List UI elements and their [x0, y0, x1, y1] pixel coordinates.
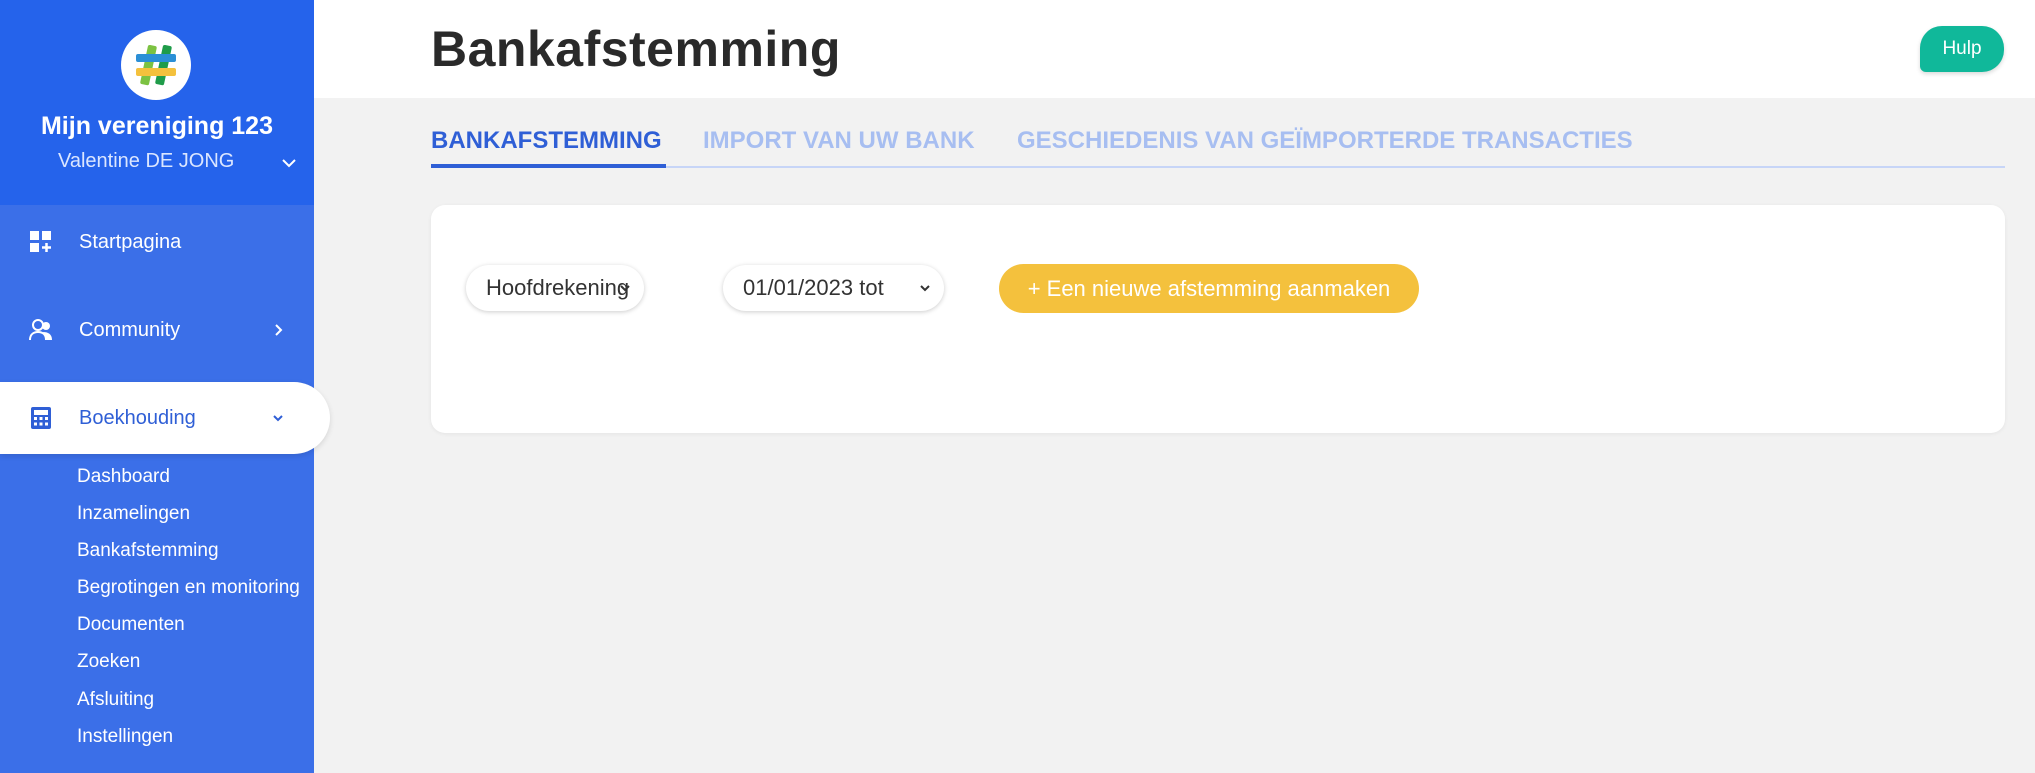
- help-button[interactable]: Hulp: [1920, 26, 2004, 72]
- calculator-icon: [31, 407, 51, 429]
- subnav-item-zoeken[interactable]: Zoeken: [77, 651, 140, 673]
- new-reconciliation-button[interactable]: + Een nieuwe afstemming aanmaken: [999, 264, 1419, 313]
- chevron-down-icon[interactable]: [278, 152, 300, 174]
- organization-logo[interactable]: [121, 30, 191, 100]
- users-icon: [29, 319, 52, 341]
- tab-import-van-uw-bank[interactable]: IMPORT VAN UW BANK: [703, 127, 975, 155]
- user-name: Valentine DE JONG: [58, 150, 235, 172]
- top-header: Bankafstemming Hulp: [314, 0, 2035, 98]
- subnav-item-bankafstemming[interactable]: Bankafstemming: [77, 540, 219, 562]
- chevron-right-icon: [275, 324, 283, 336]
- sidebar: Mijn vereniging 123 Valentine DE JONG St…: [0, 0, 330, 773]
- chevron-down-icon: [920, 285, 930, 292]
- sidebar-header: Mijn vereniging 123 Valentine DE JONG: [0, 0, 314, 205]
- subnav-item-instellingen[interactable]: Instellingen: [77, 726, 173, 748]
- nav-label-boekhouding: Boekhouding: [79, 406, 196, 429]
- organization-name: Mijn vereniging 123: [40, 112, 273, 140]
- period-select-value: 01/01/2023 tot: [743, 275, 884, 300]
- subnav-item-dashboard[interactable]: Dashboard: [77, 466, 170, 488]
- active-tab-indicator: [431, 164, 666, 168]
- nav-item-startpagina[interactable]: Startpagina: [0, 206, 314, 278]
- subnav-item-afsluiting[interactable]: Afsluiting: [77, 689, 154, 711]
- nav-item-community[interactable]: Community: [0, 294, 314, 366]
- tab-bar: BANKAFSTEMMING IMPORT VAN UW BANK GESCHI…: [431, 124, 2005, 168]
- subnav-item-begrotingen[interactable]: Begrotingen en monitoring: [77, 577, 300, 599]
- page-title: Bankafstemming: [431, 21, 841, 77]
- period-select[interactable]: 01/01/2023 tot: [723, 265, 944, 311]
- tab-bankafstemming[interactable]: BANKAFSTEMMING: [431, 127, 662, 155]
- dashboard-plus-icon: [30, 231, 51, 252]
- nav-label-community: Community: [79, 318, 181, 341]
- account-select-value: Hoofdrekening: [486, 275, 630, 300]
- subnav-item-documenten[interactable]: Documenten: [77, 614, 185, 636]
- chevron-down-icon: [273, 415, 283, 422]
- nav-label-startpagina: Startpagina: [79, 230, 182, 253]
- subnav-item-inzamelingen[interactable]: Inzamelingen: [77, 503, 190, 525]
- tab-geschiedenis[interactable]: GESCHIEDENIS VAN GEÏMPORTERDE TRANSACTIE…: [1017, 127, 1633, 155]
- nav-item-boekhouding[interactable]: Boekhouding: [0, 382, 330, 454]
- chevron-down-icon: [620, 285, 630, 292]
- hashtag-logo-icon: [136, 44, 176, 86]
- reconciliation-card: Hoofdrekening 01/01/2023 tot + Een nieuw…: [431, 205, 2005, 433]
- account-select[interactable]: Hoofdrekening: [466, 265, 644, 311]
